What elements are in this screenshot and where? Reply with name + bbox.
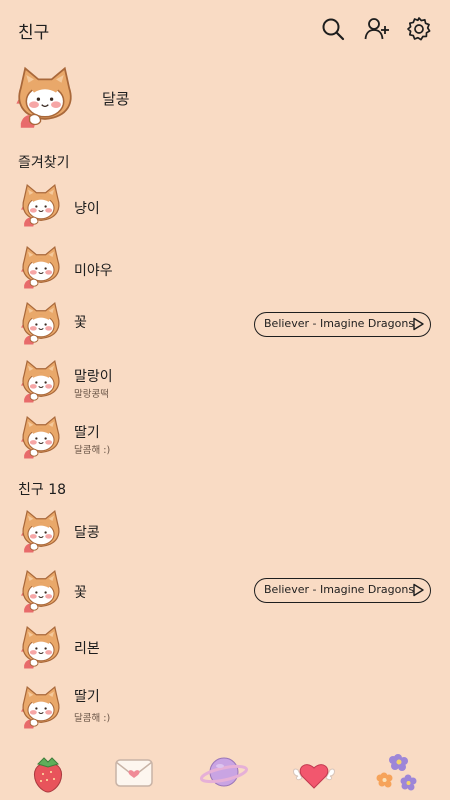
friend-avatar[interactable] bbox=[18, 182, 64, 228]
friend-avatar[interactable] bbox=[18, 414, 64, 460]
envelope-icon[interactable] bbox=[110, 750, 158, 794]
profile-music-title: Believer - Imagine Dragons bbox=[264, 583, 415, 596]
my-profile-name: 달콩 bbox=[102, 90, 130, 108]
favorite-row-4[interactable]: 말랑이 말랑콩떡 bbox=[0, 356, 450, 412]
friend-name: 꽃 bbox=[74, 315, 87, 331]
friend-avatar[interactable] bbox=[18, 508, 64, 554]
page-title: 친구 bbox=[18, 23, 50, 43]
friend-name: 달콩 bbox=[74, 525, 100, 541]
friend-avatar[interactable] bbox=[18, 624, 64, 670]
profile-music-pill[interactable]: Believer - Imagine Dragons bbox=[254, 312, 431, 337]
favorites-header: 즐겨찾기 bbox=[18, 155, 70, 171]
friend-row-4[interactable]: 딸기 달콤해 :) bbox=[0, 682, 450, 738]
friends-count-header: 친구 18 bbox=[18, 482, 67, 498]
favorite-row-5[interactable]: 딸기 달콤해 :) bbox=[0, 412, 450, 468]
my-profile-avatar[interactable] bbox=[12, 64, 78, 130]
friend-name: 리본 bbox=[74, 641, 100, 657]
friend-avatar[interactable] bbox=[18, 300, 64, 346]
bottom-tab-bar bbox=[0, 742, 450, 800]
friend-name: 냥이 bbox=[74, 201, 100, 217]
search-icon[interactable] bbox=[320, 16, 346, 42]
friend-avatar[interactable] bbox=[18, 684, 64, 730]
play-icon bbox=[413, 317, 424, 331]
strawberry-icon[interactable] bbox=[24, 750, 72, 794]
friend-name: 딸기 bbox=[74, 425, 100, 441]
profile-music-pill[interactable]: Believer - Imagine Dragons bbox=[254, 578, 431, 603]
friend-row-3[interactable]: 리본 bbox=[0, 622, 450, 678]
top-header: 친구 bbox=[0, 0, 450, 60]
planet-icon[interactable] bbox=[199, 750, 249, 794]
friend-name: 말랑이 bbox=[74, 369, 113, 385]
friend-row-2[interactable]: 꽃 Believer - Imagine Dragons bbox=[0, 566, 450, 622]
settings-icon[interactable] bbox=[406, 16, 432, 42]
flowers-icon[interactable] bbox=[372, 750, 420, 794]
friend-status-message: 달콤해 :) bbox=[74, 713, 111, 724]
friend-name: 꽃 bbox=[74, 585, 87, 601]
friend-status-message: 달콤해 :) bbox=[74, 445, 111, 456]
winged-heart-icon[interactable] bbox=[290, 750, 338, 794]
add-friend-icon[interactable] bbox=[364, 16, 390, 42]
favorite-row-1[interactable]: 냥이 bbox=[0, 180, 450, 236]
my-profile-row[interactable] bbox=[0, 62, 450, 136]
profile-music-title: Believer - Imagine Dragons bbox=[264, 317, 415, 330]
friend-avatar[interactable] bbox=[18, 568, 64, 614]
friend-name: 미야우 bbox=[74, 263, 113, 279]
play-icon bbox=[413, 583, 424, 597]
favorite-row-2[interactable]: 미야우 bbox=[0, 242, 450, 298]
favorite-row-3[interactable]: 꽃 Believer - Imagine Dragons bbox=[0, 298, 450, 354]
friend-row-1[interactable]: 달콩 bbox=[0, 506, 450, 562]
friend-status-message: 말랑콩떡 bbox=[74, 389, 109, 400]
friend-avatar[interactable] bbox=[18, 244, 64, 290]
friend-avatar[interactable] bbox=[18, 358, 64, 404]
friend-name: 딸기 bbox=[74, 689, 100, 705]
